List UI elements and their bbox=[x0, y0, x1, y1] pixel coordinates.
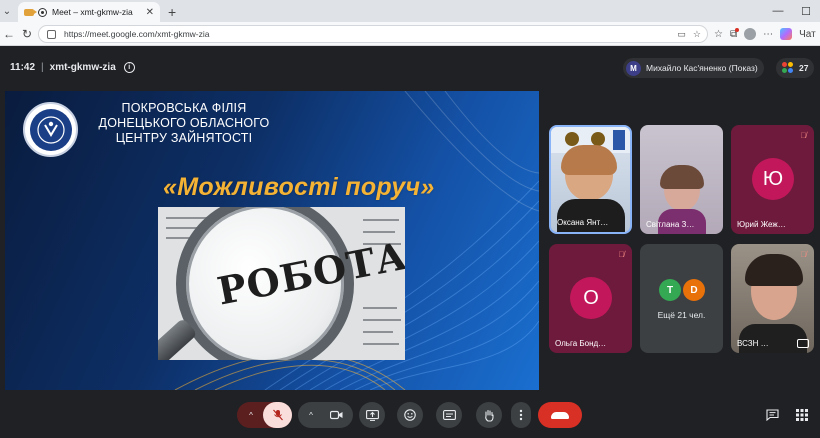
close-tab-icon[interactable]: ✕ bbox=[146, 7, 154, 18]
job-search-photo: РОБОТА! bbox=[158, 207, 405, 360]
audio-options-button[interactable]: ^ bbox=[240, 402, 262, 428]
meeting-code: xmt-gkmw-zia bbox=[49, 62, 116, 73]
profile-avatar[interactable] bbox=[744, 28, 757, 40]
slide-organization-name: ПОКРОВСЬКА ФІЛІЯ ДОНЕЦЬКОГО ОБЛАСНОГО ЦЕ… bbox=[91, 101, 277, 146]
raise-hand-button[interactable] bbox=[476, 402, 502, 428]
participant-avatar: Ю bbox=[752, 158, 794, 200]
participant-mini-avatar: D bbox=[683, 279, 705, 301]
photo-caption: РОБОТА! bbox=[213, 229, 405, 314]
mic-off-icon: 🎙̸ bbox=[800, 250, 807, 259]
omnibox[interactable]: https://meet.google.com/xmt-gkmw-zia ▭ ☆ bbox=[38, 25, 708, 43]
site-info-icon[interactable] bbox=[47, 29, 56, 39]
window-controls: — ☐ bbox=[764, 0, 820, 22]
browser-tab[interactable]: Meet – xmt-gkmw-zia ✕ bbox=[18, 2, 160, 22]
participant-mini-avatar: T bbox=[659, 279, 681, 301]
participant-avatar: О bbox=[570, 277, 612, 319]
raise-hand-icon bbox=[485, 409, 494, 422]
chat-button[interactable] bbox=[764, 407, 780, 423]
participant-tile[interactable]: 🎙̸ Ю Юрий Жеж… bbox=[731, 125, 814, 234]
presentation-slide: ПОКРОВСЬКА ФІЛІЯ ДОНЕЦЬКОГО ОБЛАСНОГО ЦЕ… bbox=[5, 91, 539, 390]
pip-icon[interactable] bbox=[797, 339, 809, 348]
activities-button[interactable] bbox=[794, 407, 810, 423]
participant-tile[interactable]: 🎙̸ О Ольга Бонд… bbox=[549, 244, 632, 353]
presenter-label: Михайло Кас'яненко (Показ) bbox=[646, 63, 758, 73]
participant-tile[interactable]: 🎙̸ ВСЗН … bbox=[731, 244, 814, 353]
slide-title: «Можливості поруч» bbox=[163, 173, 435, 201]
more-people-icon bbox=[782, 62, 794, 74]
minimize-icon[interactable]: — bbox=[764, 0, 792, 22]
video-options-button[interactable]: ^ bbox=[300, 402, 322, 428]
emoji-icon bbox=[404, 409, 416, 421]
recording-icon bbox=[38, 7, 47, 17]
captions-button[interactable] bbox=[436, 402, 462, 428]
participant-name: Оксана Янт… bbox=[557, 218, 609, 227]
extensions-icon[interactable]: ⧉ bbox=[730, 27, 740, 40]
omnibox-actions: ▭ ☆ bbox=[677, 26, 701, 42]
more-vertical-icon bbox=[519, 409, 523, 421]
participant-name: Ольга Бонд… bbox=[555, 339, 607, 348]
participant-name: Юрий Жеж… bbox=[737, 220, 786, 229]
org-line-3: ЦЕНТРУ ЗАЙНЯТОСТІ bbox=[115, 131, 253, 145]
org-line-2: ДОНЕЦЬКОГО ОБЛАСНОГО bbox=[98, 116, 270, 130]
tab-search-icon[interactable]: ⌄ bbox=[0, 0, 14, 22]
meet-control-bar: ^ ^ bbox=[0, 398, 820, 432]
employment-center-logo bbox=[23, 102, 78, 157]
toolbar-tools: ☆ ⧉ ⋯ Чат bbox=[714, 22, 816, 46]
copilot-icon[interactable] bbox=[780, 28, 793, 40]
captions-icon bbox=[442, 410, 456, 420]
chat-icon bbox=[765, 409, 779, 421]
reactions-button[interactable] bbox=[397, 402, 423, 428]
meeting-info: 11:42 | xmt-gkmw-zia i bbox=[10, 62, 135, 73]
participant-tile[interactable]: Оксана Янт… bbox=[549, 125, 632, 234]
more-options-button[interactable] bbox=[511, 402, 531, 428]
address-bar: ← ↻ https://meet.google.com/xmt-gkmw-zia… bbox=[0, 22, 820, 46]
present-screen-button[interactable] bbox=[359, 402, 385, 428]
chat-label[interactable]: Чат bbox=[799, 29, 816, 40]
leave-call-button[interactable] bbox=[538, 402, 582, 428]
back-icon[interactable]: ← bbox=[0, 22, 18, 46]
presenter-chip[interactable]: М Михайло Кас'яненко (Показ) bbox=[623, 58, 764, 78]
present-screen-icon bbox=[365, 409, 379, 421]
magnifying-glass-icon: РОБОТА! bbox=[176, 207, 405, 360]
presenter-avatar: М bbox=[626, 60, 641, 76]
tab-title: Meet – xmt-gkmw-zia bbox=[52, 7, 133, 17]
camera-in-use-icon bbox=[24, 8, 37, 16]
participant-tile[interactable]: Світлана З… bbox=[640, 125, 723, 234]
meeting-details-icon[interactable]: i bbox=[123, 62, 135, 73]
participants-chip[interactable]: 27 bbox=[776, 58, 815, 78]
meet-top-bar: 11:42 | xmt-gkmw-zia i М Михайло Кас'яне… bbox=[0, 46, 820, 90]
meeting-time: 11:42 bbox=[10, 62, 36, 73]
favorites-icon[interactable]: ☆ bbox=[714, 29, 723, 40]
participant-name: ВСЗН … bbox=[737, 339, 769, 348]
more-menu-icon[interactable]: ⋯ bbox=[763, 29, 773, 40]
bookmark-star-icon[interactable]: ☆ bbox=[693, 29, 701, 40]
hang-up-icon bbox=[551, 411, 569, 419]
camera-status-icon[interactable]: ▭ bbox=[677, 29, 686, 40]
mic-off-icon: 🎙̸ bbox=[800, 131, 807, 140]
url-text[interactable]: https://meet.google.com/xmt-gkmw-zia bbox=[64, 29, 210, 39]
meeting-separator: | bbox=[41, 62, 44, 73]
browser-tab-bar: ⌄ Meet – xmt-gkmw-zia ✕ + — ☐ bbox=[0, 0, 820, 22]
mic-off-icon: 🎙̸ bbox=[618, 250, 625, 259]
org-line-1: ПОКРОВСЬКА ФІЛІЯ bbox=[121, 101, 247, 115]
camera-icon bbox=[330, 410, 343, 420]
more-participants-label: Ещё 21 чел. bbox=[657, 310, 706, 320]
new-tab-icon[interactable]: + bbox=[168, 2, 176, 22]
participant-name: Світлана З… bbox=[646, 220, 695, 229]
apps-grid-icon bbox=[796, 409, 808, 421]
maximize-icon[interactable]: ☐ bbox=[792, 0, 820, 22]
microphone-toggle-button[interactable] bbox=[263, 402, 292, 428]
more-participants-tile[interactable]: T D Ещё 21 чел. bbox=[640, 244, 723, 353]
camera-toggle-button[interactable] bbox=[322, 402, 351, 428]
reload-icon[interactable]: ↻ bbox=[18, 22, 36, 46]
participant-count: 27 bbox=[799, 63, 809, 73]
mic-off-icon bbox=[272, 409, 283, 421]
